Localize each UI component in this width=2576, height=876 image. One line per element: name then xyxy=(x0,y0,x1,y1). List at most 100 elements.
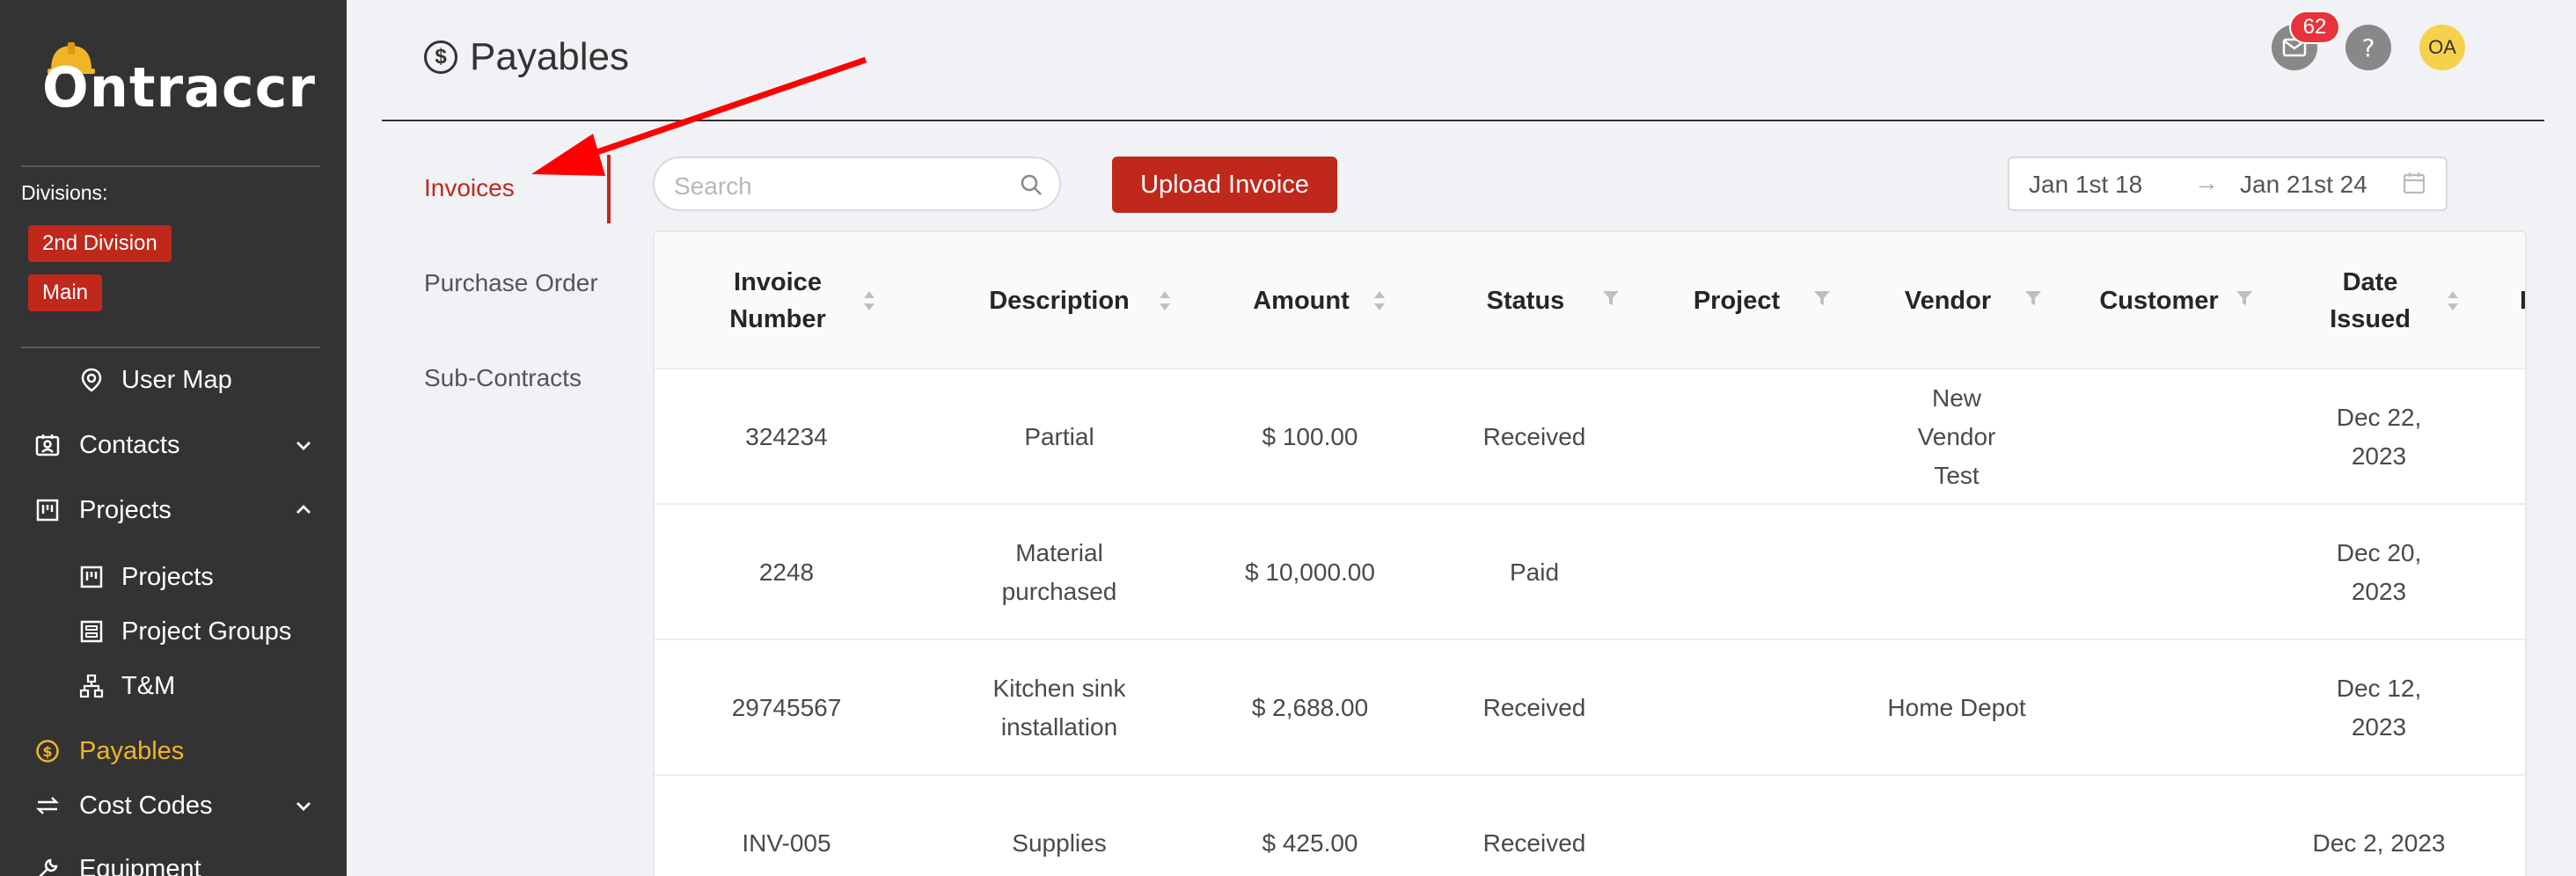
column-header-status[interactable]: Status xyxy=(1429,232,1622,369)
sidebar-item-user-map[interactable]: User Map xyxy=(0,357,347,403)
cell-customer xyxy=(2062,369,2273,505)
cell-amount: $ 2,688.00 xyxy=(1251,694,1369,721)
column-header-truncated[interactable]: D xyxy=(2520,232,2525,369)
svg-text:$: $ xyxy=(42,743,52,760)
column-header-customer[interactable]: Customer xyxy=(2062,232,2256,369)
page-title-text: Payables xyxy=(470,35,630,78)
user-avatar[interactable]: OA xyxy=(2419,25,2465,70)
cell-date-issued: Dec 20, 2023 xyxy=(2336,539,2422,605)
messages-button[interactable]: 62 xyxy=(2272,11,2340,70)
sidebar-item-label: Cost Codes xyxy=(79,791,213,820)
invoices-table: Invoice Number Description Amount Status… xyxy=(653,230,2527,876)
projects-board-icon xyxy=(33,496,62,524)
cell-vendor xyxy=(1833,776,2080,876)
search-input[interactable]: Search xyxy=(653,157,1061,211)
column-header-date-issued[interactable]: Date Issued xyxy=(2282,232,2458,369)
sidebar-item-label: Projects xyxy=(79,495,172,524)
sidebar-item-label: T&M xyxy=(121,671,176,700)
date-from[interactable]: Jan 1st 18 xyxy=(2029,171,2142,199)
cell-status: Paid xyxy=(1509,558,1560,586)
cell-project xyxy=(1640,640,1851,776)
sidebar-subitem-project-groups[interactable]: Project Groups xyxy=(0,609,347,654)
sort-icon[interactable] xyxy=(862,287,876,315)
sidebar-item-label: Project Groups xyxy=(121,617,292,646)
date-range-arrow: → xyxy=(2194,169,2219,196)
sidebar-item-cost-codes[interactable]: Cost Codes xyxy=(0,783,347,829)
column-header-vendor[interactable]: Vendor xyxy=(1851,232,2045,369)
chevron-up-icon xyxy=(296,505,311,514)
sidebar-subitem-t-and-m[interactable]: T&M xyxy=(0,663,347,709)
cell-date-issued: Dec 12, 2023 xyxy=(2336,675,2422,741)
projects-board-icon xyxy=(77,563,106,591)
cell-description: Material purchased xyxy=(1001,539,1117,605)
tab-invoices[interactable]: Invoices xyxy=(424,174,515,202)
table-row[interactable]: 2248 Material purchased $ 10,000.00 Paid… xyxy=(655,505,2525,640)
project-groups-icon xyxy=(77,617,106,646)
swap-icon xyxy=(33,792,62,820)
page-header: $ Payables 62 ? OA xyxy=(382,0,2544,121)
help-button[interactable]: ? xyxy=(2345,25,2391,70)
sidebar: Ontraccr Divisions: 2nd Division Main Us… xyxy=(0,0,347,876)
sidebar-item-equipment[interactable]: Equipment xyxy=(0,846,347,876)
chevron-down-icon xyxy=(296,442,311,450)
table-row[interactable]: 29745567 Kitchen sink installation $ 2,6… xyxy=(655,640,2525,776)
table-row[interactable]: 324234 Partial $ 100.00 Received New Ven… xyxy=(655,369,2525,505)
cell-invoice-number: 2248 xyxy=(758,558,815,586)
cell-invoice-number: 324234 xyxy=(745,423,828,450)
cell-vendor: New Vendor Test xyxy=(1917,384,1996,489)
column-header-amount[interactable]: Amount xyxy=(1200,232,1402,369)
search-icon xyxy=(1021,174,1042,195)
column-header-invoice-number[interactable]: Invoice Number xyxy=(681,232,875,369)
sidebar-item-label: User Map xyxy=(121,365,232,394)
cell-vendor xyxy=(1833,505,2080,640)
table-row[interactable]: INV-005 Supplies $ 425.00 Received Dec 2… xyxy=(655,776,2525,876)
date-to[interactable]: Jan 21st 24 xyxy=(2240,171,2367,199)
sidebar-item-label: Contacts xyxy=(79,430,180,459)
svg-text:?: ? xyxy=(2362,34,2375,61)
upload-invoice-button[interactable]: Upload Invoice xyxy=(1112,157,1337,213)
cell-status: Received xyxy=(1482,423,1586,450)
sort-icon[interactable] xyxy=(2446,287,2460,315)
cell-date-issued: Dec 2, 2023 xyxy=(2312,829,2446,857)
filter-icon[interactable] xyxy=(1812,288,1832,308)
filter-icon[interactable] xyxy=(1601,288,1621,308)
tab-sub-contracts[interactable]: Sub-Contracts xyxy=(424,364,582,392)
app-logo[interactable]: Ontraccr xyxy=(42,42,324,120)
calendar-icon xyxy=(2403,172,2426,194)
cell-project xyxy=(1640,776,1851,876)
sort-icon[interactable] xyxy=(1372,287,1387,315)
filter-icon[interactable] xyxy=(2235,288,2254,308)
date-range-picker[interactable]: Jan 1st 18 → Jan 21st 24 xyxy=(2008,157,2448,211)
sidebar-divider xyxy=(21,347,320,348)
cell-invoice-number: INV-005 xyxy=(742,829,831,857)
sidebar-subitem-projects[interactable]: Projects xyxy=(0,554,347,600)
filter-icon[interactable] xyxy=(2023,288,2043,308)
cell-date-issued: Dec 22, 2023 xyxy=(2336,404,2422,470)
cell-customer xyxy=(2062,776,2273,876)
sidebar-item-payables[interactable]: $ Payables xyxy=(0,728,347,774)
tab-purchase-order[interactable]: Purchase Order xyxy=(424,269,598,297)
dollar-circle-icon: $ xyxy=(33,737,62,765)
column-header-project[interactable]: Project xyxy=(1640,232,1833,369)
column-header-description[interactable]: Description xyxy=(945,232,1174,369)
sidebar-item-projects[interactable]: Projects xyxy=(0,487,347,533)
cell-vendor: Home Depot xyxy=(1887,694,2026,721)
cell-amount: $ 425.00 xyxy=(1262,829,1358,857)
division-tag-2nd-division[interactable]: 2nd Division xyxy=(28,225,172,262)
sidebar-item-contacts[interactable]: Contacts xyxy=(0,422,347,468)
sitemap-icon xyxy=(77,672,106,700)
cell-description: Kitchen sink installation xyxy=(992,675,1126,741)
cell-amount: $ 100.00 xyxy=(1262,423,1358,450)
contacts-icon xyxy=(33,431,62,459)
cell-status: Received xyxy=(1482,694,1586,721)
cell-amount: $ 10,000.00 xyxy=(1245,558,1375,586)
help-icon: ? xyxy=(2362,34,2375,61)
sort-icon[interactable] xyxy=(1158,287,1172,315)
cell-customer xyxy=(2062,640,2273,776)
notification-badge: 62 xyxy=(2289,11,2340,44)
divisions-label: Divisions: xyxy=(21,181,108,204)
cell-project xyxy=(1640,369,1851,505)
division-tag-main[interactable]: Main xyxy=(28,274,103,311)
sidebar-item-label: Equipment xyxy=(79,854,201,876)
cell-description: Partial xyxy=(1024,423,1094,450)
